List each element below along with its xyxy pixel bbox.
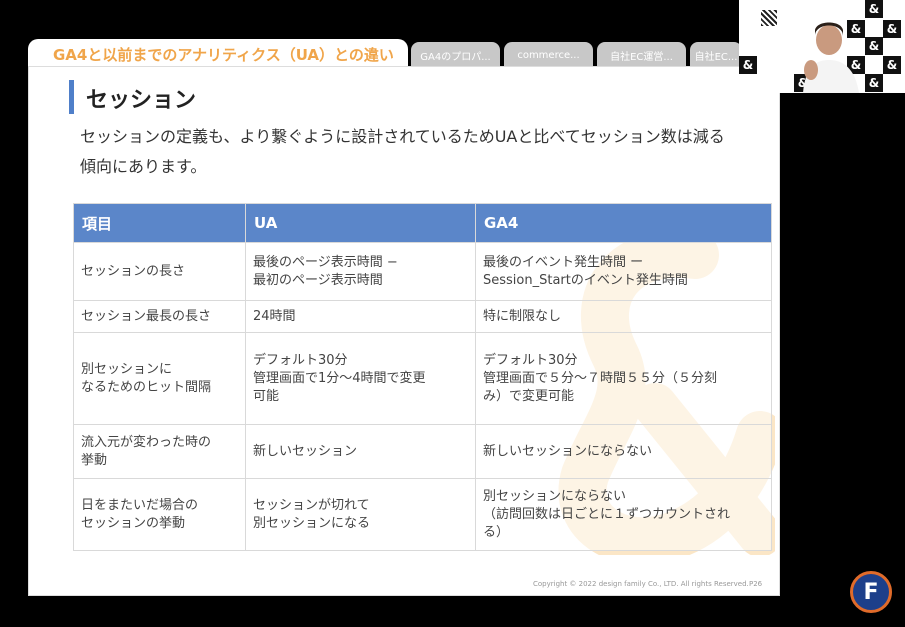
table-row: 日をまたいだ場合の セッションの挙動 セッションが切れて 別セッションになる 別セッ… — [73, 478, 772, 551]
cell-item: 日をまたいだ場合の セッションの挙動 — [73, 478, 246, 551]
table-header-row: 項目 UA GA4 — [73, 203, 772, 243]
cell-ua: セッションが切れて 別セッションになる — [245, 478, 476, 551]
copyright: Copyright © 2022 design family Co., LTD.… — [533, 580, 749, 588]
qr-code-icon — [761, 10, 777, 26]
cell-ga4: 別セッションにならない （訪問回数は日ごとに１ずつカウントされ る） — [475, 478, 772, 551]
cell-ga4: 最後のイベント発生時間 ー Session_Startのイベント発生時間 — [475, 242, 772, 301]
ampersand-tile: & — [865, 37, 883, 55]
cell-ga4: デフォルト30分 管理画面で５分〜７時間５５分（５分刻 み）で変更可能 — [475, 332, 772, 425]
page-number: P26 — [749, 580, 763, 588]
table-row: セッションの長さ 最後のページ表示時間 − 最初のページ表示時間 最後のイベント発生… — [73, 242, 772, 301]
table-row: セッション最長の長さ 24時間 特に制限なし — [73, 300, 772, 333]
tab-label: commerce... — [517, 49, 580, 61]
cell-ua: 新しいセッション — [245, 424, 476, 479]
f-logo-icon: F — [850, 571, 892, 613]
cell-item: 流入元が変わった時の 挙動 — [73, 424, 246, 479]
section-title: セッション — [86, 88, 197, 113]
cell-item: セッション最長の長さ — [73, 300, 246, 333]
tab-ec-operation[interactable]: 自社EC運営... — [597, 42, 686, 68]
ampersand-tile: & — [865, 74, 883, 92]
header-ua: UA — [245, 203, 476, 243]
cell-ua: 24時間 — [245, 300, 476, 333]
tab-label: GA4のプロパ... — [420, 51, 491, 63]
cell-ga4: 特に制限なし — [475, 300, 772, 333]
cell-item: 別セッションに なるためのヒット間隔 — [73, 332, 246, 425]
header-ga4: GA4 — [475, 203, 772, 243]
tab-label: GA4と以前までのアナリティクス（UA）との違い — [53, 45, 394, 64]
ampersand-tile: & — [865, 0, 883, 18]
logo-letter: F — [863, 579, 879, 605]
ampersand-tile: & — [883, 20, 901, 38]
header-item: 項目 — [73, 203, 246, 243]
webcam-overlay: & & & & & & & & & — [739, 0, 905, 93]
presenter-video — [803, 22, 859, 93]
tab-ga4-vs-ua[interactable]: GA4と以前までのアナリティクス（UA）との違い — [28, 39, 408, 69]
tab-label: 自社EC運営... — [610, 51, 673, 63]
table-row: 別セッションに なるためのヒット間隔 デフォルト30分 管理画面で1分〜4時間で変… — [73, 332, 772, 425]
cell-item: セッションの長さ — [73, 242, 246, 301]
cell-ua: デフォルト30分 管理画面で1分〜4時間で変更 可能 — [245, 332, 476, 425]
tab-ec-other[interactable]: 自社EC... — [690, 42, 742, 68]
tab-commerce[interactable]: commerce... — [504, 42, 593, 68]
lead-text: セッションの定義も、より繋ぐように設計されているためUAと比べてセッション数は減… — [80, 127, 725, 176]
tab-ga4-property[interactable]: GA4のプロパ... — [411, 42, 500, 68]
ampersand-tile: & — [739, 56, 757, 74]
cell-ga4: 新しいセッションにならない — [475, 424, 772, 479]
comparison-table: 項目 UA GA4 セッションの長さ 最後のページ表示時間 − 最初のページ表示時… — [73, 203, 772, 551]
cell-ua: 最後のページ表示時間 − 最初のページ表示時間 — [245, 242, 476, 301]
table-row: 流入元が変わった時の 挙動 新しいセッション 新しいセッションにならない — [73, 424, 772, 479]
section-accent-bar — [69, 80, 74, 114]
tab-label: 自社EC... — [694, 51, 738, 63]
ampersand-tile: & — [883, 56, 901, 74]
